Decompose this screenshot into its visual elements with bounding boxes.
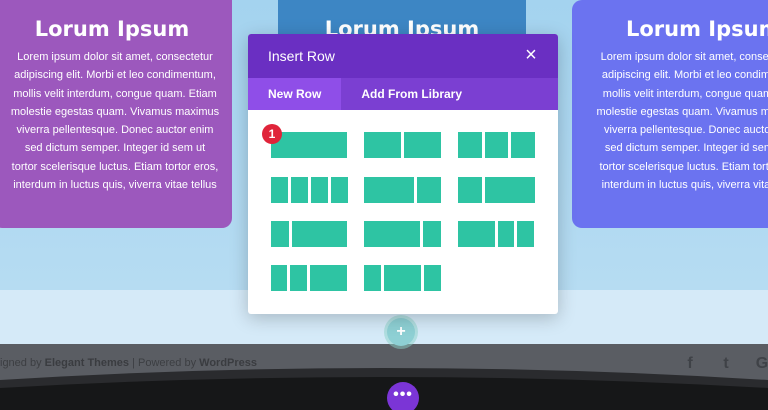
modal-header: Insert Row × xyxy=(248,34,558,78)
card-text-line: interdum in luctus quis, viverra vitae xyxy=(601,179,768,192)
layout-column-block xyxy=(310,265,347,291)
layout-column-block xyxy=(364,132,401,158)
tab-new-row[interactable]: New Row xyxy=(248,78,342,110)
layout-column-block xyxy=(364,177,414,203)
tab-add-from-library[interactable]: Add From Library xyxy=(341,78,482,110)
layout-column-block xyxy=(311,177,328,203)
content-card-right: Lorum Ipsum Lorem ipsum dolor sit amet, … xyxy=(572,0,768,228)
card-text-line: molestie egestas quam. Vivamus max xyxy=(596,105,768,118)
card-text-line: Lorem ipsum dolor sit amet, consectetur xyxy=(17,51,213,63)
card-title: Lorum Ipsum xyxy=(34,17,190,41)
layout-quarter-quarter-half[interactable] xyxy=(271,265,347,291)
footer-wave xyxy=(0,368,768,410)
layout-column-block xyxy=(271,221,289,247)
layout-column-block xyxy=(458,221,495,247)
close-icon[interactable]: × xyxy=(520,44,542,66)
layout-quarter-half-quarter[interactable] xyxy=(364,265,441,291)
card-title: Lorum Ipsum xyxy=(626,17,768,41)
layout-quarter-three-quarters[interactable] xyxy=(271,221,347,247)
layout-three-quarters-quarter[interactable] xyxy=(364,221,441,247)
layout-column-block xyxy=(485,132,508,158)
layout-column-block xyxy=(498,221,514,247)
card-text-line: viverra pellentesque. Donec auctor enim xyxy=(16,124,214,137)
layout-column-block xyxy=(331,177,348,203)
layout-2-columns[interactable] xyxy=(364,132,441,158)
layout-column-block xyxy=(517,221,534,247)
modal-tabs: New Row Add From Library xyxy=(248,78,558,110)
card-body: Lorem ipsum dolor sit amet, consect adip… xyxy=(572,48,768,194)
card-text-line: mollis velit interdum, congue quam. xyxy=(602,87,768,100)
layout-column-block xyxy=(404,132,441,158)
card-text-line: adipiscing elit. Morbi et leo condime xyxy=(601,69,768,82)
card-text-line: adipiscing elit. Morbi et leo condimentu… xyxy=(14,69,216,82)
layout-1-column[interactable] xyxy=(271,132,347,158)
layout-column-block xyxy=(417,177,441,203)
layout-column-block xyxy=(291,177,308,203)
layout-two-thirds-one-third[interactable] xyxy=(364,177,441,203)
insert-row-modal: Insert Row × New Row Add From Library 1 xyxy=(248,34,558,314)
layout-column-block xyxy=(424,265,441,291)
layout-column-block xyxy=(290,265,307,291)
card-text-line: tortor scelerisque luctus. Etiam tortor … xyxy=(11,160,219,173)
layout-column-block xyxy=(511,132,535,158)
card-text-line: viverra pellentesque. Donec auctor xyxy=(604,124,768,137)
layout-column-block xyxy=(271,265,287,291)
card-text-line: interdum in luctus quis, viverra vitae t… xyxy=(13,179,217,192)
layout-4-columns[interactable] xyxy=(271,177,348,203)
more-options-button[interactable]: ••• xyxy=(387,382,419,410)
layout-column-block xyxy=(458,177,482,203)
card-text-line: mollis velit interdum, congue quam. Etia… xyxy=(13,87,217,100)
card-text-line: tortor scelerisque luctus. Etiam tortor xyxy=(599,160,768,173)
add-row-button[interactable]: + xyxy=(387,318,415,346)
content-card-left: Lorum Ipsum Lorem ipsum dolor sit amet, … xyxy=(0,0,232,228)
layout-column-block xyxy=(364,221,420,247)
card-text-line: Lorem ipsum dolor sit amet, consect xyxy=(600,51,768,63)
layout-column-block xyxy=(485,177,535,203)
layout-column-block xyxy=(364,265,381,291)
modal-title: Insert Row xyxy=(268,48,335,64)
row-layout-grid: 1 xyxy=(248,110,558,314)
layout-column-block xyxy=(292,221,347,247)
step-badge: 1 xyxy=(262,124,282,144)
layout-column-block xyxy=(271,132,347,158)
card-text-line: sed dictum semper. Integer id sem xyxy=(604,142,768,155)
card-text-line: molestie egestas quam. Vivamus maximus xyxy=(10,105,220,118)
layout-half-quarter-quarter[interactable] xyxy=(458,221,534,247)
layout-3-columns[interactable] xyxy=(458,132,535,158)
layout-column-block xyxy=(271,177,288,203)
card-body: Lorem ipsum dolor sit amet, consectetur … xyxy=(0,48,232,194)
layout-column-block xyxy=(458,132,482,158)
card-text-line: sed dictum semper. Integer id sem ut xyxy=(24,142,206,155)
layout-column-block xyxy=(384,265,421,291)
layout-column-block xyxy=(423,221,441,247)
layout-one-third-two-thirds[interactable] xyxy=(458,177,535,203)
